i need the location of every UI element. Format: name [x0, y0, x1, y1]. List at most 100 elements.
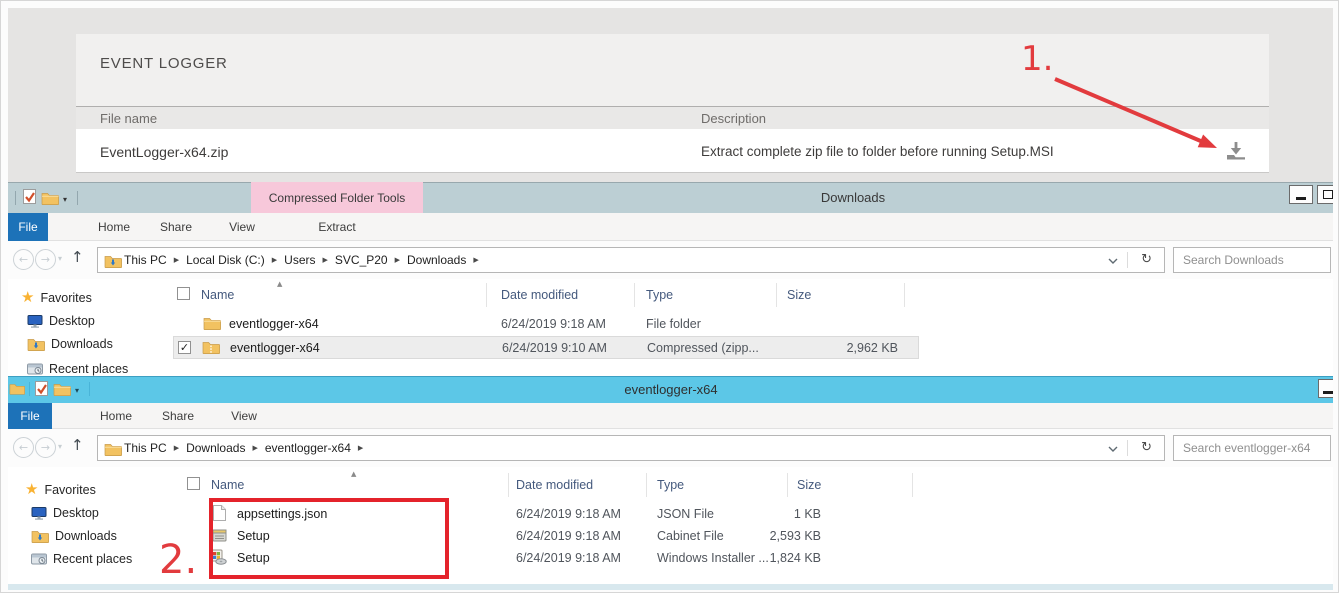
download-icon[interactable] [1225, 141, 1247, 160]
row-checkbox-checked[interactable]: ✓ [178, 341, 191, 354]
file-row-eventlogger-zip[interactable]: ✓ eventlogger-x64 6/24/2019 9:10 AM Comp… [173, 336, 919, 359]
annotation-step2-box [209, 498, 449, 579]
tab-file[interactable]: File [8, 403, 52, 429]
zip-folder-icon [202, 340, 220, 354]
breadcrumb-this-pc[interactable]: This PC [124, 253, 167, 267]
address-dropdown-icon[interactable] [1108, 446, 1118, 452]
sidebar-item-recent-places-clipped[interactable]: Recent places [27, 357, 177, 376]
breadcrumb-users[interactable]: Users [284, 253, 315, 267]
properties-icon[interactable] [35, 381, 48, 396]
column-divider[interactable] [904, 283, 905, 307]
tab-home[interactable]: Home [89, 403, 143, 429]
separator [1127, 440, 1128, 456]
column-header-size[interactable]: Size [797, 478, 821, 492]
forward-button[interactable]: → [35, 249, 56, 270]
select-all-checkbox[interactable] [187, 477, 200, 490]
window2-address-bar[interactable]: This PC ▶ Downloads ▶ eventlogger-x64 ▶ … [97, 435, 1165, 461]
window1-title: Downloads [783, 182, 923, 213]
breadcrumb-local-disk[interactable]: Local Disk (C:) [186, 253, 265, 267]
window2-title: eventlogger-x64 [601, 376, 741, 403]
back-button[interactable]: ← [13, 437, 34, 458]
screenshot-frame [1, 1, 8, 593]
properties-icon[interactable] [23, 189, 36, 204]
tab-home[interactable]: Home [87, 213, 141, 241]
window1-ribbon-tabs [8, 213, 1333, 241]
tab-extract[interactable]: Extract [301, 213, 373, 241]
sidebar-item-downloads[interactable]: Downloads [31, 526, 117, 545]
recent-locations-dropdown-icon[interactable]: ▾ [58, 442, 62, 451]
star-icon: ★ [25, 482, 38, 497]
up-button[interactable]: ↑ [71, 248, 84, 266]
column-header-date-modified[interactable]: Date modified [501, 288, 578, 302]
minimize-glyph [1296, 197, 1306, 200]
breadcrumb-separator-icon: ▶ [395, 256, 400, 264]
quick-access-dropdown-icon[interactable]: ▾ [63, 195, 67, 204]
tab-share[interactable]: Share [149, 213, 203, 241]
column-divider[interactable] [486, 283, 487, 307]
column-divider[interactable] [508, 473, 509, 497]
column-header-type[interactable]: Type [657, 478, 684, 492]
new-folder-icon[interactable] [53, 382, 71, 396]
forward-button[interactable]: → [35, 437, 56, 458]
sidebar-item-desktop[interactable]: Desktop [27, 311, 95, 330]
annotation-step1-arrow [1045, 71, 1227, 163]
recent-locations-dropdown-icon[interactable]: ▾ [58, 254, 62, 263]
column-divider[interactable] [787, 473, 788, 497]
refresh-icon[interactable]: ↻ [1141, 440, 1152, 455]
breadcrumb-separator-icon: ▶ [252, 444, 257, 452]
sidebar-item-favorites[interactable]: ★ Favorites [21, 288, 92, 307]
tab-share[interactable]: Share [151, 403, 205, 429]
window2-ribbon-tabs [8, 403, 1333, 429]
window2-search-box [1173, 435, 1331, 461]
tab-file[interactable]: File [8, 213, 48, 241]
breadcrumb-separator-icon: ▶ [174, 256, 179, 264]
sidebar-item-downloads[interactable]: Downloads [27, 334, 113, 353]
window1-titlebar [8, 182, 1333, 213]
up-button[interactable]: ↑ [71, 436, 84, 454]
screenshot: EVENT LOGGER File name Description Event… [0, 0, 1339, 593]
column-divider[interactable] [634, 283, 635, 307]
breadcrumb: This PC ▶ Local Disk (C:) ▶ Users ▶ SVC_… [124, 248, 479, 272]
recent-places-icon [27, 362, 43, 375]
window1-address-bar[interactable]: This PC ▶ Local Disk (C:) ▶ Users ▶ SVC_… [97, 247, 1165, 273]
minimize-button[interactable] [1289, 185, 1313, 204]
zip-file-description: Extract complete zip file to folder befo… [701, 144, 1054, 159]
breadcrumb-separator-icon: ▶ [272, 256, 277, 264]
breadcrumb-eventlogger-x64[interactable]: eventlogger-x64 [265, 441, 351, 455]
contextual-tab-compressed-folder-tools: Compressed Folder Tools [251, 182, 423, 213]
column-divider[interactable] [912, 473, 913, 497]
select-all-checkbox[interactable] [177, 287, 190, 300]
quick-access-dropdown-icon[interactable]: ▾ [75, 386, 79, 395]
downloads-folder-icon [27, 337, 45, 351]
column-header-size[interactable]: Size [787, 288, 811, 302]
file-row-eventlogger-folder[interactable]: eventlogger-x64 6/24/2019 9:18 AM File f… [173, 313, 919, 336]
breadcrumb-this-pc[interactable]: This PC [124, 441, 167, 455]
breadcrumb-separator-icon: ▶ [473, 256, 478, 264]
column-divider[interactable] [776, 283, 777, 307]
column-divider[interactable] [646, 473, 647, 497]
back-button[interactable]: ← [13, 249, 34, 270]
screenshot-frame [1333, 1, 1339, 593]
desktop-icon [27, 314, 43, 328]
column-file-name: File name [100, 111, 157, 126]
column-header-name[interactable]: Name [201, 288, 234, 302]
sidebar-item-recent-places[interactable]: Recent places [31, 549, 132, 568]
breadcrumb-downloads[interactable]: Downloads [186, 441, 245, 455]
tab-view[interactable]: View [217, 213, 267, 241]
breadcrumb-separator-icon: ▶ [358, 444, 363, 452]
column-header-name[interactable]: Name [211, 478, 244, 492]
breadcrumb-downloads[interactable]: Downloads [407, 253, 466, 267]
sidebar-item-favorites[interactable]: ★ Favorites [25, 480, 96, 499]
sidebar-item-desktop[interactable]: Desktop [31, 503, 99, 522]
column-header-date-modified[interactable]: Date modified [516, 478, 593, 492]
star-icon: ★ [21, 290, 34, 305]
refresh-icon[interactable]: ↻ [1141, 252, 1152, 267]
search-input[interactable] [1174, 436, 1330, 460]
column-header-type[interactable]: Type [646, 288, 673, 302]
new-folder-icon[interactable] [41, 191, 59, 205]
breadcrumb-svc-p20[interactable]: SVC_P20 [335, 253, 388, 267]
separator [77, 191, 78, 205]
search-input[interactable] [1174, 248, 1330, 272]
address-dropdown-icon[interactable] [1108, 258, 1118, 264]
tab-view[interactable]: View [219, 403, 269, 429]
